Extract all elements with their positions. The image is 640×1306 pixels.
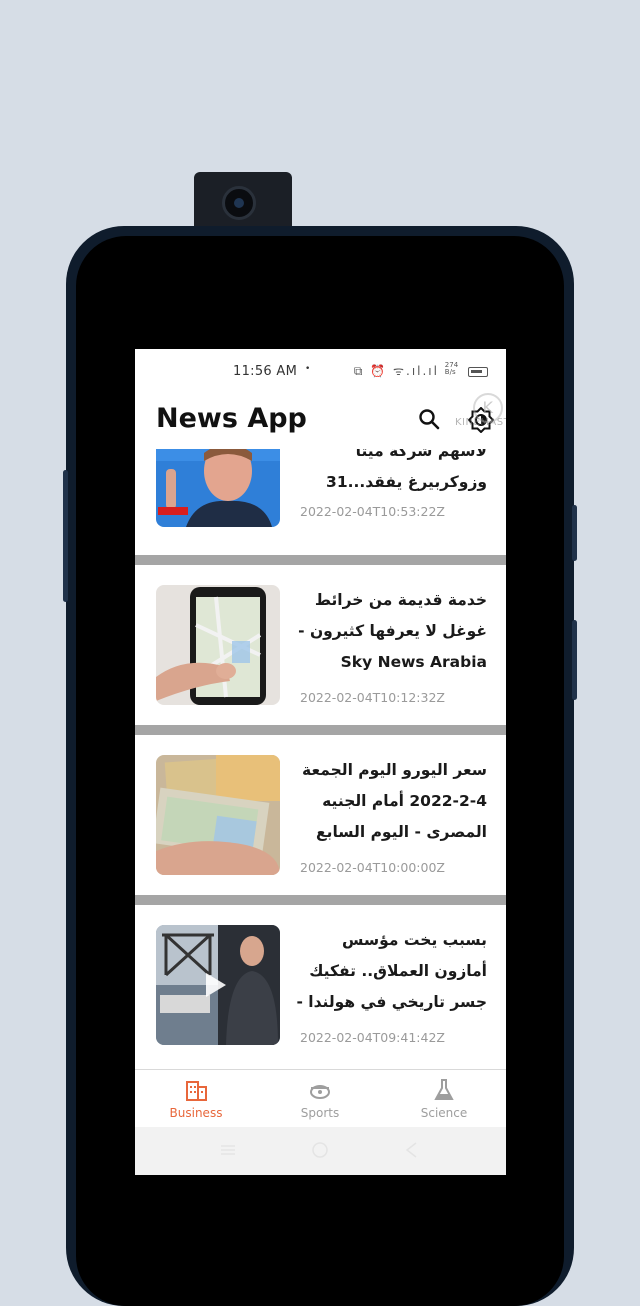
science-icon <box>434 1079 454 1100</box>
nav-item-sports[interactable]: Sports <box>265 1078 375 1120</box>
network-speed: 274 B/s <box>445 362 458 376</box>
status-bar: 11:56 AM • ⧉ ⏰ ᯤ.ıl.ıl 274 B/s <box>135 349 506 393</box>
system-navigation-bar <box>135 1127 506 1175</box>
article-thumbnail <box>156 449 280 527</box>
mark-zuckerberg-photo <box>156 449 280 527</box>
bottom-navigation: Business Sports Science <box>135 1069 506 1128</box>
network-speed-unit: B/s <box>444 368 456 376</box>
article-title[interactable]: بسبب يخت مؤسس أمازون العملاق.. تفكيك جسر… <box>295 925 487 1018</box>
side-button <box>572 620 577 700</box>
camera-lens <box>222 186 256 220</box>
volume-button <box>63 470 68 602</box>
phone-maps-photo <box>156 585 280 705</box>
home-icon[interactable] <box>311 1141 329 1159</box>
nav-item-business[interactable]: Business <box>141 1078 251 1120</box>
popup-camera <box>194 172 292 230</box>
article-title[interactable]: خدمة قديمة من خرائط غوغل لا يعرفها كثيرو… <box>295 585 487 678</box>
status-dot: • <box>305 364 311 374</box>
card-divider <box>135 895 506 905</box>
euro-banknotes-photo <box>156 755 280 875</box>
app-title: News App <box>156 403 307 434</box>
battery-icon <box>468 366 488 377</box>
nav-item-science[interactable]: Science <box>389 1078 499 1120</box>
article-thumbnail <box>156 755 280 875</box>
nav-label: Business <box>169 1106 223 1120</box>
menu-icon[interactable] <box>219 1141 237 1159</box>
news-card[interactable]: بسبب يخت مؤسس أمازون العملاق.. تفكيك جسر… <box>135 905 506 1065</box>
article-date: 2022-02-04T10:00:00Z <box>300 860 445 875</box>
back-icon[interactable] <box>403 1141 421 1159</box>
search-icon[interactable] <box>417 407 441 431</box>
nav-label: Science <box>420 1106 468 1120</box>
app-bar: News App K KINEMASTER <box>135 393 506 449</box>
news-card[interactable]: سعر اليورو اليوم الجمعة 4-2-2022 أمام ال… <box>135 735 506 895</box>
status-icons: ⧉ ⏰ ᯤ.ıl.ıl 274 B/s <box>354 362 488 379</box>
news-card[interactable]: خدمة قديمة من خرائط غوغل لا يعرفها كثيرو… <box>135 565 506 725</box>
status-time: 11:56 AM <box>233 364 298 379</box>
article-title[interactable]: لأسهم شركة ميتا وزوكربيرغ يفقد...31 مليا… <box>295 449 487 498</box>
article-date: 2022-02-04T10:53:22Z <box>300 504 445 519</box>
article-date: 2022-02-04T09:41:42Z <box>300 1030 445 1045</box>
power-button <box>572 505 577 561</box>
article-thumbnail <box>156 925 280 1045</box>
status-icons-text: ⧉ ⏰ ᯤ.ıl.ıl <box>353 364 439 378</box>
news-card[interactable]: لأسهم شركة ميتا وزوكربيرغ يفقد...31 مليا… <box>135 449 506 555</box>
business-icon <box>186 1081 207 1101</box>
nav-label: Sports <box>300 1106 340 1120</box>
article-date: 2022-02-04T10:12:32Z <box>300 690 445 705</box>
app-screen: 11:56 AM • ⧉ ⏰ ᯤ.ıl.ıl 274 B/s News App K… <box>135 349 506 1175</box>
card-divider <box>135 555 506 565</box>
bezos-bridge-video <box>156 925 280 1045</box>
article-title[interactable]: سعر اليورو اليوم الجمعة 4-2-2022 أمام ال… <box>295 755 487 848</box>
sports-icon <box>310 1085 330 1099</box>
article-thumbnail <box>156 585 280 705</box>
watermark-logo: K <box>473 393 503 423</box>
news-list[interactable]: لأسهم شركة ميتا وزوكربيرغ يفقد...31 مليا… <box>135 449 506 1069</box>
card-divider <box>135 725 506 735</box>
kinemaster-watermark: K KINEMASTER <box>455 393 506 428</box>
